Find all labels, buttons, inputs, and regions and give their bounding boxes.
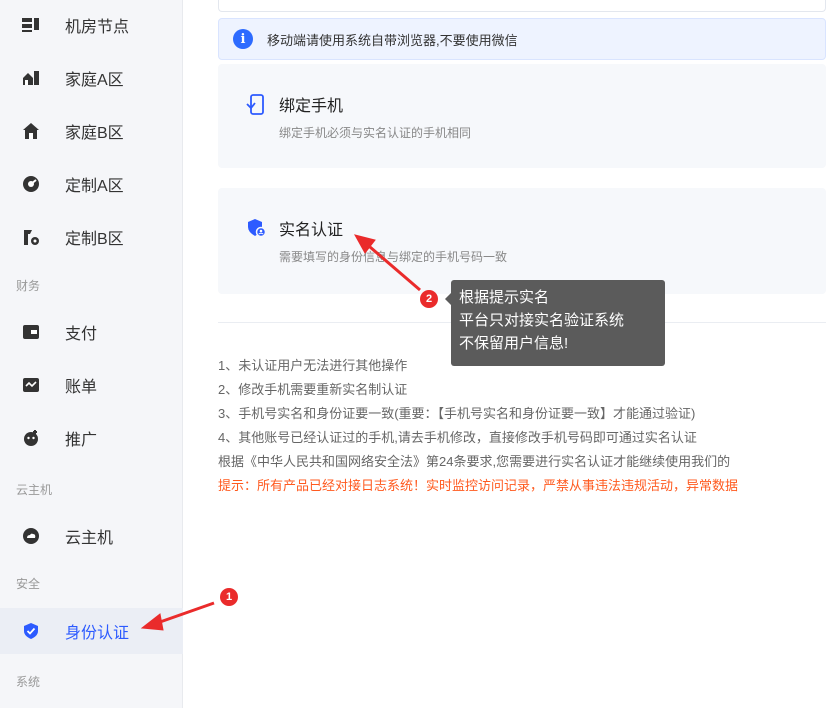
note-item: 3、手机号实名和身份证要一致(重要：【手机号实名和身份证要一致】才能通过验证) xyxy=(218,406,696,421)
notes-list: 1、未认证用户无法进行其他操作 2、修改手机需要重新实名制认证 3、手机号实名和… xyxy=(218,354,826,498)
sidebar-item-home-a[interactable]: 家庭A区 xyxy=(0,55,183,101)
real-name-desc: 需要填写的身份信息与绑定的手机号码一致 xyxy=(279,250,508,264)
sidebar-item-identity[interactable]: 身份认证 xyxy=(0,608,183,654)
annotation-badge-2: 2 xyxy=(420,290,438,308)
home-group-icon xyxy=(22,69,40,87)
sidebar-item-bill[interactable]: 账单 xyxy=(0,362,183,408)
section-label-finance: 财务 xyxy=(16,279,41,293)
shield-check-icon xyxy=(22,622,40,640)
annotation-tooltip: 根据提示实名 平台只对接实名验证系统 不保留用户信息! xyxy=(445,280,665,366)
real-name-card[interactable]: 实名认证 需要填写的身份信息与绑定的手机号码一致 xyxy=(218,188,826,294)
sidebar-item-label: 家庭A区 xyxy=(65,72,124,89)
bind-phone-desc: 绑定手机必须与实名认证的手机相同 xyxy=(279,126,472,140)
section-label-system: 系统 xyxy=(16,675,41,689)
shield-user-icon xyxy=(246,218,267,238)
notice-text: 移动端请使用系统自带浏览器,不要使用微信 xyxy=(267,32,518,48)
section-label-security: 安全 xyxy=(16,577,41,591)
bill-icon xyxy=(22,376,40,394)
sidebar-item-label: 推广 xyxy=(65,432,98,449)
custom-tool-icon xyxy=(22,228,40,246)
sidebar-item-label: 云主机 xyxy=(65,530,114,547)
promote-icon xyxy=(22,429,40,447)
sidebar-item-custom-b[interactable]: 定制B区 xyxy=(0,214,183,260)
cloud-circle-icon xyxy=(22,527,40,545)
bind-phone-card[interactable]: 绑定手机 绑定手机必须与实名认证的手机相同 xyxy=(218,64,826,168)
top-panel-edge xyxy=(218,0,826,12)
sidebar-item-custom-a[interactable]: 定制A区 xyxy=(0,161,183,207)
note-item: 2、修改手机需要重新实名制认证 xyxy=(218,382,408,397)
sidebar-item-label: 家庭B区 xyxy=(65,125,124,142)
real-name-title: 实名认证 xyxy=(279,222,344,239)
sidebar-item-label: 支付 xyxy=(65,326,98,343)
sidebar-item-home-b[interactable]: 家庭B区 xyxy=(0,108,183,154)
sidebar-item-label: 定制B区 xyxy=(65,231,124,248)
warning-text: 提示：所有产品已经对接日志系统！实时监控访问记录，严禁从事违法违规活动，异常数据 xyxy=(218,478,739,493)
sidebar-item-label: 机房节点 xyxy=(65,19,130,36)
tooltip-line: 根据提示实名 xyxy=(459,289,550,306)
sidebar-item-label: 身份认证 xyxy=(65,625,130,642)
notice-banner: i 移动端请使用系统自带浏览器,不要使用微信 xyxy=(218,18,826,60)
sidebar-item-promote[interactable]: 推广 xyxy=(0,415,183,461)
sidebar-item-label: 定制A区 xyxy=(65,178,124,195)
tooltip-line: 不保留用户信息! xyxy=(459,335,569,352)
wallet-icon xyxy=(22,323,40,341)
phone-bind-icon xyxy=(246,94,266,115)
server-rack-icon xyxy=(22,16,40,34)
sidebar-item-cloud-host[interactable]: 云主机 xyxy=(0,513,183,559)
gauge-icon xyxy=(22,175,40,193)
note-item: 4、其他账号已经认证过的手机,请去手机修改，直接修改手机号码即可通过实名认证 xyxy=(218,430,697,445)
bind-phone-title: 绑定手机 xyxy=(279,98,344,115)
sidebar: 机房节点 家庭A区 家庭B区 定制A区 定制B区 财务 支付 账单 推广 云主机… xyxy=(0,0,183,708)
sidebar-item-server-nodes[interactable]: 机房节点 xyxy=(0,2,183,48)
tooltip-line: 平台只对接实名验证系统 xyxy=(459,312,625,329)
sidebar-item-label: 账单 xyxy=(65,379,98,396)
sidebar-item-payment[interactable]: 支付 xyxy=(0,309,183,355)
section-label-cloud: 云主机 xyxy=(16,483,53,497)
note-item: 根据《中华人民共和国网络安全法》第24条要求,您需要进行实名认证才能继续使用我们… xyxy=(218,454,731,469)
annotation-badge-1: 1 xyxy=(220,588,238,606)
info-icon: i xyxy=(233,29,253,49)
home-icon xyxy=(22,122,40,140)
